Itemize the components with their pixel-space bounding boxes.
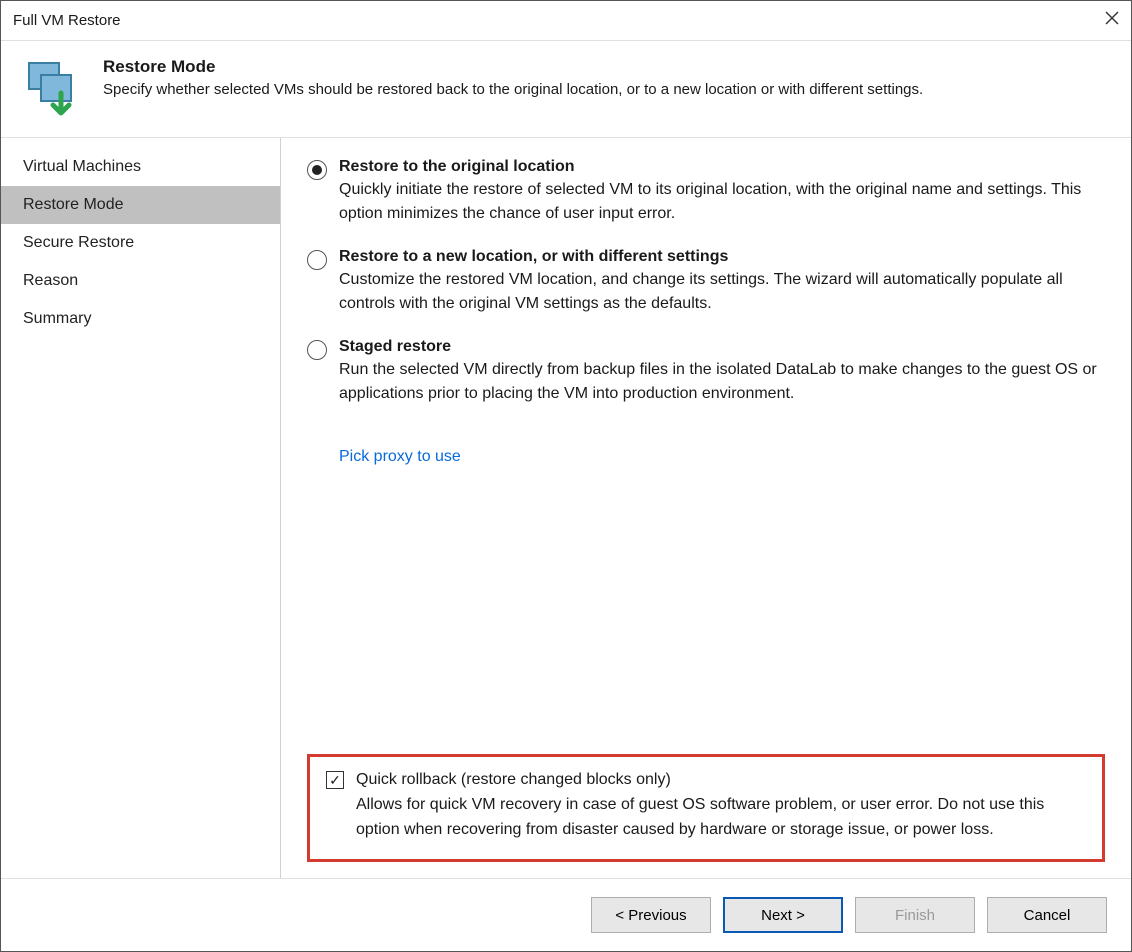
cancel-button[interactable]: Cancel [987, 897, 1107, 933]
dialog-window: Full VM Restore Restore Mode Specify whe… [0, 0, 1132, 952]
pick-proxy-link[interactable]: Pick proxy to use [339, 448, 461, 465]
header: Restore Mode Specify whether selected VM… [1, 41, 1131, 138]
wizard-steps-sidebar: Virtual Machines Restore Mode Secure Res… [1, 138, 281, 878]
quick-rollback-checkbox[interactable]: ✓ [326, 771, 344, 789]
sidebar-item-restore-mode[interactable]: Restore Mode [1, 186, 280, 224]
page-subtitle: Specify whether selected VMs should be r… [103, 81, 1109, 98]
finish-button: Finish [855, 897, 975, 933]
quick-rollback-desc: Allows for quick VM recovery in case of … [356, 793, 1086, 843]
sidebar-item-secure-restore[interactable]: Secure Restore [1, 224, 280, 262]
radio-staged-restore[interactable] [307, 340, 327, 360]
quick-rollback-label: Quick rollback (restore changed blocks o… [356, 771, 1086, 789]
window-title: Full VM Restore [13, 12, 1079, 29]
page-title: Restore Mode [103, 57, 1109, 77]
restore-wizard-icon [23, 57, 83, 117]
option-staged-restore[interactable]: Staged restore Run the selected VM direc… [307, 338, 1105, 406]
body: Virtual Machines Restore Mode Secure Res… [1, 138, 1131, 878]
option-title: Staged restore [339, 338, 1105, 356]
checkmark-icon: ✓ [329, 773, 341, 787]
proxy-link-row: Pick proxy to use [339, 448, 1105, 466]
option-title: Restore to a new location, or with diffe… [339, 248, 1105, 266]
option-restore-new-location[interactable]: Restore to a new location, or with diffe… [307, 248, 1105, 316]
option-desc: Customize the restored VM location, and … [339, 268, 1105, 316]
footer-buttons: < Previous Next > Finish Cancel [1, 878, 1131, 951]
option-desc: Run the selected VM directly from backup… [339, 358, 1105, 406]
sidebar-item-virtual-machines[interactable]: Virtual Machines [1, 148, 280, 186]
quick-rollback-row[interactable]: ✓ Quick rollback (restore changed blocks… [326, 771, 1086, 843]
previous-button[interactable]: < Previous [591, 897, 711, 933]
sidebar-item-summary[interactable]: Summary [1, 300, 280, 338]
sidebar-item-reason[interactable]: Reason [1, 262, 280, 300]
next-button[interactable]: Next > [723, 897, 843, 933]
close-icon[interactable] [1079, 11, 1119, 30]
option-restore-original[interactable]: Restore to the original location Quickly… [307, 158, 1105, 226]
quick-rollback-highlight: ✓ Quick rollback (restore changed blocks… [307, 754, 1105, 862]
option-title: Restore to the original location [339, 158, 1105, 176]
content-pane: Restore to the original location Quickly… [281, 138, 1131, 878]
radio-restore-new-location[interactable] [307, 250, 327, 270]
option-desc: Quickly initiate the restore of selected… [339, 178, 1105, 226]
radio-restore-original[interactable] [307, 160, 327, 180]
titlebar: Full VM Restore [1, 1, 1131, 41]
header-text: Restore Mode Specify whether selected VM… [103, 57, 1109, 98]
